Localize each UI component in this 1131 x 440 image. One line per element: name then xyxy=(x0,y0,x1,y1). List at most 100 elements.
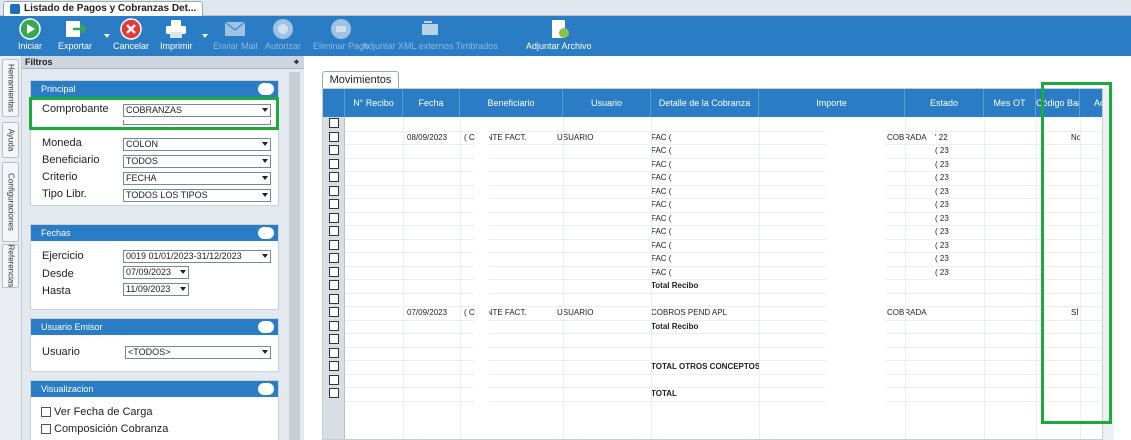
row-checkbox[interactable] xyxy=(329,334,339,344)
toolbar-button-label: Imprimir xyxy=(160,41,193,51)
ver-fecha-carga-checkbox[interactable]: Ver Fecha de Carga xyxy=(41,406,152,418)
hasta-value: 11/09/2023 xyxy=(126,284,171,294)
iniciar-button[interactable]: Iniciar xyxy=(18,18,42,51)
hasta-date-picker[interactable]: 11/09/2023 xyxy=(123,283,189,296)
side-tab-label: Configuraciones xyxy=(6,173,15,231)
tab-movimientos[interactable]: Movimientos xyxy=(322,71,399,88)
autorizar-button[interactable]: Autorizar xyxy=(265,18,301,51)
table-cell-detalle: FAC ( xyxy=(651,173,672,182)
pin-icon[interactable]: ⌖ xyxy=(294,56,299,69)
cancelar-button[interactable]: Cancelar xyxy=(113,18,149,51)
usuario-select[interactable]: <TODOS> xyxy=(125,346,271,359)
row-checkbox[interactable] xyxy=(329,361,339,371)
criterio-select[interactable]: FECHA xyxy=(123,172,271,185)
table-cell-detalle: FAC ( xyxy=(651,146,672,155)
enviar-mail-button[interactable]: Enviar Mail xyxy=(213,18,258,51)
checkbox-icon[interactable] xyxy=(41,424,51,434)
table-cell-detalle: FAC ( xyxy=(651,186,672,196)
column-header-4[interactable]: Detalle de la Cobranza xyxy=(651,89,759,117)
row-checkbox[interactable] xyxy=(329,199,339,209)
toolbar-button-label: Adjuntar XML externos Timbrados xyxy=(362,41,498,51)
table-cell-detalle: TOTAL OTROS CONCEPTOS xyxy=(651,362,761,371)
usuario-value: <TODOS> xyxy=(128,347,171,357)
row-checkbox[interactable] xyxy=(329,388,339,398)
chevron-down-icon xyxy=(180,270,186,274)
principal-panel-header: Principal xyxy=(31,81,278,97)
column-header-5[interactable]: Importe xyxy=(759,89,905,117)
checkbox-icon[interactable] xyxy=(41,407,51,417)
column-header-7[interactable]: Mes OT xyxy=(984,89,1036,117)
row-checkbox[interactable] xyxy=(329,239,339,250)
table-cell-mes: ( 23 xyxy=(935,240,949,250)
desde-date-picker[interactable]: 07/09/2023 xyxy=(123,266,189,279)
dropdown-arrow-icon[interactable] xyxy=(202,34,208,38)
row-checkbox[interactable] xyxy=(329,347,339,358)
tipo-libr-select[interactable]: TODOS LOS TIPOS xyxy=(123,189,271,202)
row-checkbox[interactable] xyxy=(329,266,339,277)
adjuntar-xml-externos-timbrados-button[interactable]: Adjuntar XML externos Timbrados xyxy=(362,18,498,51)
visualizacion-title: Visualizacion xyxy=(41,384,94,394)
table-cell-detalle: COBROS PEND APL xyxy=(651,308,728,317)
row-checkbox[interactable] xyxy=(329,172,339,182)
tab-movimientos-label: Movimientos xyxy=(329,74,392,86)
row-checkbox[interactable] xyxy=(329,158,339,169)
toolbar-button-label: Cancelar xyxy=(113,41,150,51)
column-header-2[interactable]: Beneficiario xyxy=(460,89,563,117)
export-icon xyxy=(58,18,92,40)
row-checkbox[interactable] xyxy=(329,185,339,196)
criterio-label: Criterio xyxy=(42,171,78,183)
column-header-6[interactable]: Estado xyxy=(905,89,984,117)
eliminar-pago-button[interactable]: Eliminar Pago xyxy=(313,18,369,51)
ejercicio-label: Ejercicio xyxy=(42,250,84,262)
principal-panel-title: Principal xyxy=(41,84,76,94)
row-checkbox[interactable] xyxy=(329,118,339,128)
printer-icon xyxy=(160,18,193,40)
dropdown-arrow-icon[interactable] xyxy=(104,34,110,38)
table-cell-mes: ' 22 xyxy=(935,132,948,142)
document-tab[interactable]: Listado de Pagos y Cobranzas Det... xyxy=(3,1,203,16)
side-tab-ayuda[interactable]: Ayuda xyxy=(2,122,19,158)
row-checkbox[interactable] xyxy=(329,226,339,236)
table-cell-benef: ( CLIENTE FACT. xyxy=(464,132,527,142)
filters-header: Filtros ⌖ xyxy=(22,56,304,69)
column-divider xyxy=(563,117,564,439)
composicion-cobranza-checkbox[interactable]: Composición Cobranza xyxy=(41,423,168,435)
collapse-toggle-icon[interactable] xyxy=(258,227,274,239)
row-checkbox[interactable] xyxy=(329,320,339,331)
collapse-toggle-icon[interactable] xyxy=(258,321,274,333)
column-header-0[interactable]: N° Recibo xyxy=(345,89,403,117)
row-checkbox[interactable] xyxy=(329,253,339,263)
side-tab-referencias[interactable]: Referencias xyxy=(2,244,19,288)
ejercicio-select[interactable]: 0019 01/01/2023-31/12/2023 xyxy=(123,250,271,263)
row-checkbox[interactable] xyxy=(329,145,339,155)
row-checkbox[interactable] xyxy=(329,293,339,304)
row-checkbox[interactable] xyxy=(329,374,339,385)
row-checkbox[interactable] xyxy=(329,212,339,223)
row-checkbox[interactable] xyxy=(329,131,339,142)
table-cell-estado: COBRADA xyxy=(887,132,927,142)
row-checkbox[interactable] xyxy=(329,280,339,290)
toolbar: Iniciar Exportar Cancelar Imprimir Enviar Ma… xyxy=(0,16,1131,56)
redaction-mask xyxy=(475,125,489,411)
collapse-toggle-icon[interactable] xyxy=(258,383,274,395)
adjuntar-archivo-button[interactable]: Adjuntar Archivo xyxy=(526,18,592,51)
document-tab-bar: Listado de Pagos y Cobranzas Det... xyxy=(0,0,1131,16)
side-tab-herramientas[interactable]: Herramientas xyxy=(2,59,19,117)
movimientos-grid: N° Recibo Fecha Beneficiario Usuario Detalle… xyxy=(322,88,1114,440)
usuario-label: Usuario xyxy=(42,346,80,358)
column-divider xyxy=(905,117,906,439)
moneda-select[interactable]: COLON xyxy=(123,138,271,151)
exportar-button[interactable]: Exportar xyxy=(58,18,92,51)
collapse-toggle-icon[interactable] xyxy=(258,83,274,95)
beneficiario-select[interactable]: TODOS xyxy=(123,155,271,168)
column-header-3[interactable]: Usuario xyxy=(563,89,651,117)
chevron-down-icon xyxy=(262,142,268,146)
filters-scrollbar[interactable] xyxy=(289,72,300,440)
chevron-down-icon xyxy=(180,287,186,291)
imprimir-button[interactable]: Imprimir xyxy=(160,18,193,51)
highlight-adjuntos-box xyxy=(1041,82,1112,424)
row-checkbox[interactable] xyxy=(329,307,339,317)
column-header-1[interactable]: Fecha xyxy=(403,89,460,117)
usuario-emisor-panel: Usuario Emisor Usuario <TODOS> xyxy=(30,318,279,372)
side-tab-configuraciones[interactable]: Configuraciones xyxy=(2,162,19,242)
